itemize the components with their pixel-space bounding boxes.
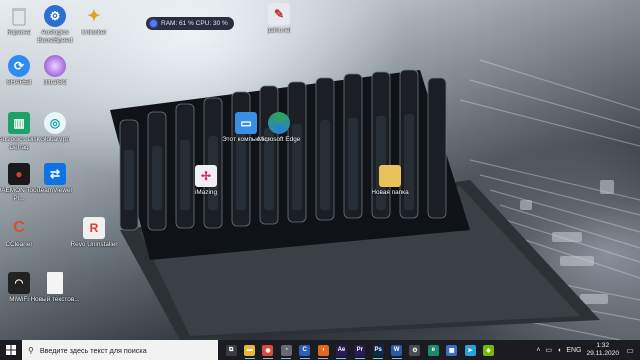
taskbar-app-cortana[interactable]: C xyxy=(297,340,313,360)
nvidia-icon: ◆ xyxy=(482,344,494,356)
taskbar-app-photoshop[interactable]: Ps xyxy=(370,340,386,360)
photoshop-icon: Ps xyxy=(372,344,384,356)
ram-cpu-gadget[interactable]: RAM: 61 % CPU: 30 % xyxy=(146,17,234,30)
desktop-icon-label: TeamViewer xyxy=(37,187,73,194)
notification-icon: ▭ xyxy=(626,345,634,355)
revo-uninstaller-icon: R xyxy=(83,217,105,239)
desktop-icon-label: UltraISO xyxy=(42,79,68,86)
windows-logo-icon xyxy=(6,345,16,355)
desktop-icon-teamviewer[interactable]: ⇄ TeamViewer xyxy=(28,163,82,195)
desktop-icon-new-text-document[interactable]: Новый текстов... xyxy=(28,272,82,304)
ultraiso-icon xyxy=(44,55,66,77)
desktop-icon-paintnet[interactable]: ✎ paint.net xyxy=(252,3,306,35)
desktop-icon-new-folder[interactable]: Новая папка xyxy=(363,165,417,197)
taskbar-app-premiere[interactable]: Pr xyxy=(352,340,368,360)
cortana-icon: C xyxy=(299,344,311,356)
edge-icon: e xyxy=(427,344,439,356)
text-document-icon xyxy=(47,272,63,294)
globalvpn-icon: ◎ xyxy=(44,112,66,134)
desktop-icon-label: paint.net xyxy=(266,27,292,34)
volume-icon[interactable]: ◖ xyxy=(557,347,561,354)
taskbar-app-file-explorer[interactable]: ▬ xyxy=(242,340,258,360)
premiere-icon: Pr xyxy=(354,344,366,356)
start-button[interactable] xyxy=(0,340,22,360)
after-effects-icon: Ae xyxy=(335,344,347,356)
taskbar-app-vpn[interactable]: ◔ xyxy=(278,340,294,360)
folder-icon xyxy=(379,165,401,187)
desktop-icon-ccleaner[interactable]: C CCleaner xyxy=(0,217,46,249)
taskbar-app-chrome[interactable]: ◉ xyxy=(260,340,276,360)
search-icon: ⚲ xyxy=(28,345,34,355)
taskbar-pinned-apps: ⧉ ▬ ◉ ◔ C ◑ Ae Pr Ps W ⚙ e ▦ ➤ ◆ xyxy=(222,340,498,360)
teamviewer-icon: ⇄ xyxy=(44,163,66,185)
taskbar-search-box[interactable]: ⚲ Введите здесь текст для поиска xyxy=(22,340,218,360)
miwifi-icon: ◠ xyxy=(8,272,30,294)
ccleaner-icon: C xyxy=(13,219,25,236)
taskbar-app-settings[interactable]: ⚙ xyxy=(407,340,423,360)
network-icon[interactable]: ▭ xyxy=(545,346,552,354)
taskbar-app-telegram[interactable]: ➤ xyxy=(462,340,478,360)
desktop-icon-label: CCleaner xyxy=(5,241,33,248)
imazing-icon: ✢ xyxy=(195,165,217,187)
shareit-icon: ⟳ xyxy=(8,55,30,77)
desktop-icon-ultraiso[interactable]: UltraISO xyxy=(28,55,82,87)
desktop-icon-label: GlobalVpn xyxy=(40,136,70,143)
taskbar-app-edge[interactable]: e xyxy=(425,340,441,360)
system-tray: ˄ ▭ ◖ ENG 1:32 29.11.2020 ▭ xyxy=(536,340,640,360)
daemon-tools-icon: ● xyxy=(8,163,30,185)
edge-icon xyxy=(268,112,290,134)
language-indicator[interactable]: ENG xyxy=(566,347,581,354)
desktop-icon-label: Microsoft Edge xyxy=(257,136,301,143)
desktop-icon-label: Новый текстов... xyxy=(30,296,80,303)
telegram-icon: ➤ xyxy=(464,344,476,356)
file-explorer-icon: ▬ xyxy=(244,344,256,356)
desktop-icon-globalvpn[interactable]: ◎ GlobalVpn xyxy=(28,112,82,144)
ram-cpu-text: RAM: 61 % CPU: 30 % xyxy=(161,20,228,27)
taskbar-app-store[interactable]: ▦ xyxy=(444,340,460,360)
gadget-indicator-icon xyxy=(150,20,157,27)
desktop-icon-edge[interactable]: Microsoft Edge xyxy=(252,112,306,144)
clock-time: 1:32 xyxy=(596,342,610,349)
taskbar-app-firefox[interactable]: ◑ xyxy=(315,340,331,360)
taskbar: ⚲ Введите здесь текст для поиска ⧉ ▬ ◉ ◔ C ◑ A… xyxy=(0,340,640,360)
desktop-icon-label: iMazing xyxy=(194,189,218,196)
task-view-icon: ⧉ xyxy=(225,344,237,356)
word-icon: W xyxy=(391,344,403,356)
heatsink-wallpaper-art xyxy=(110,59,640,340)
desktop-wallpaper xyxy=(0,0,640,340)
desktop-icon-label: MiWiFi xyxy=(9,296,29,303)
clock[interactable]: 1:32 29.11.2020 xyxy=(586,342,619,358)
disk-defrag-icon: ▥ xyxy=(8,112,30,134)
vpn-icon: ◔ xyxy=(280,344,292,356)
boostspeed-icon: ⚙ xyxy=(44,5,66,27)
action-center-button[interactable]: ▭ xyxy=(624,340,636,360)
desktop-icon-imazing[interactable]: ✢ iMazing xyxy=(179,165,233,197)
show-hidden-icons-chevron-icon[interactable]: ˄ xyxy=(536,347,540,354)
desktop-icon-unlocker[interactable]: ✦ Unlocker xyxy=(67,5,121,37)
desktop-icon-revo-uninstaller[interactable]: R Revo Uninstaller xyxy=(67,217,121,249)
desktop-icon-label: Новая папка xyxy=(371,189,409,196)
search-placeholder: Введите здесь текст для поиска xyxy=(39,345,147,355)
paintnet-icon: ✎ xyxy=(268,3,290,25)
taskbar-app-after-effects[interactable]: Ae xyxy=(333,340,349,360)
taskbar-app-task-view[interactable]: ⧉ xyxy=(223,340,239,360)
taskbar-app-word[interactable]: W xyxy=(389,340,405,360)
taskbar-app-nvidia[interactable]: ◆ xyxy=(480,340,496,360)
clock-date: 29.11.2020 xyxy=(586,350,619,357)
unlocker-icon: ✦ xyxy=(87,8,101,25)
store-icon: ▦ xyxy=(446,344,458,356)
desktop-icon-label: Unlocker xyxy=(81,29,107,36)
recycle-bin-icon xyxy=(8,5,30,27)
settings-icon: ⚙ xyxy=(409,344,421,356)
desktop-icon-label: Revo Uninstaller xyxy=(70,241,118,248)
chrome-icon: ◉ xyxy=(262,344,274,356)
firefox-icon: ◑ xyxy=(317,344,329,356)
